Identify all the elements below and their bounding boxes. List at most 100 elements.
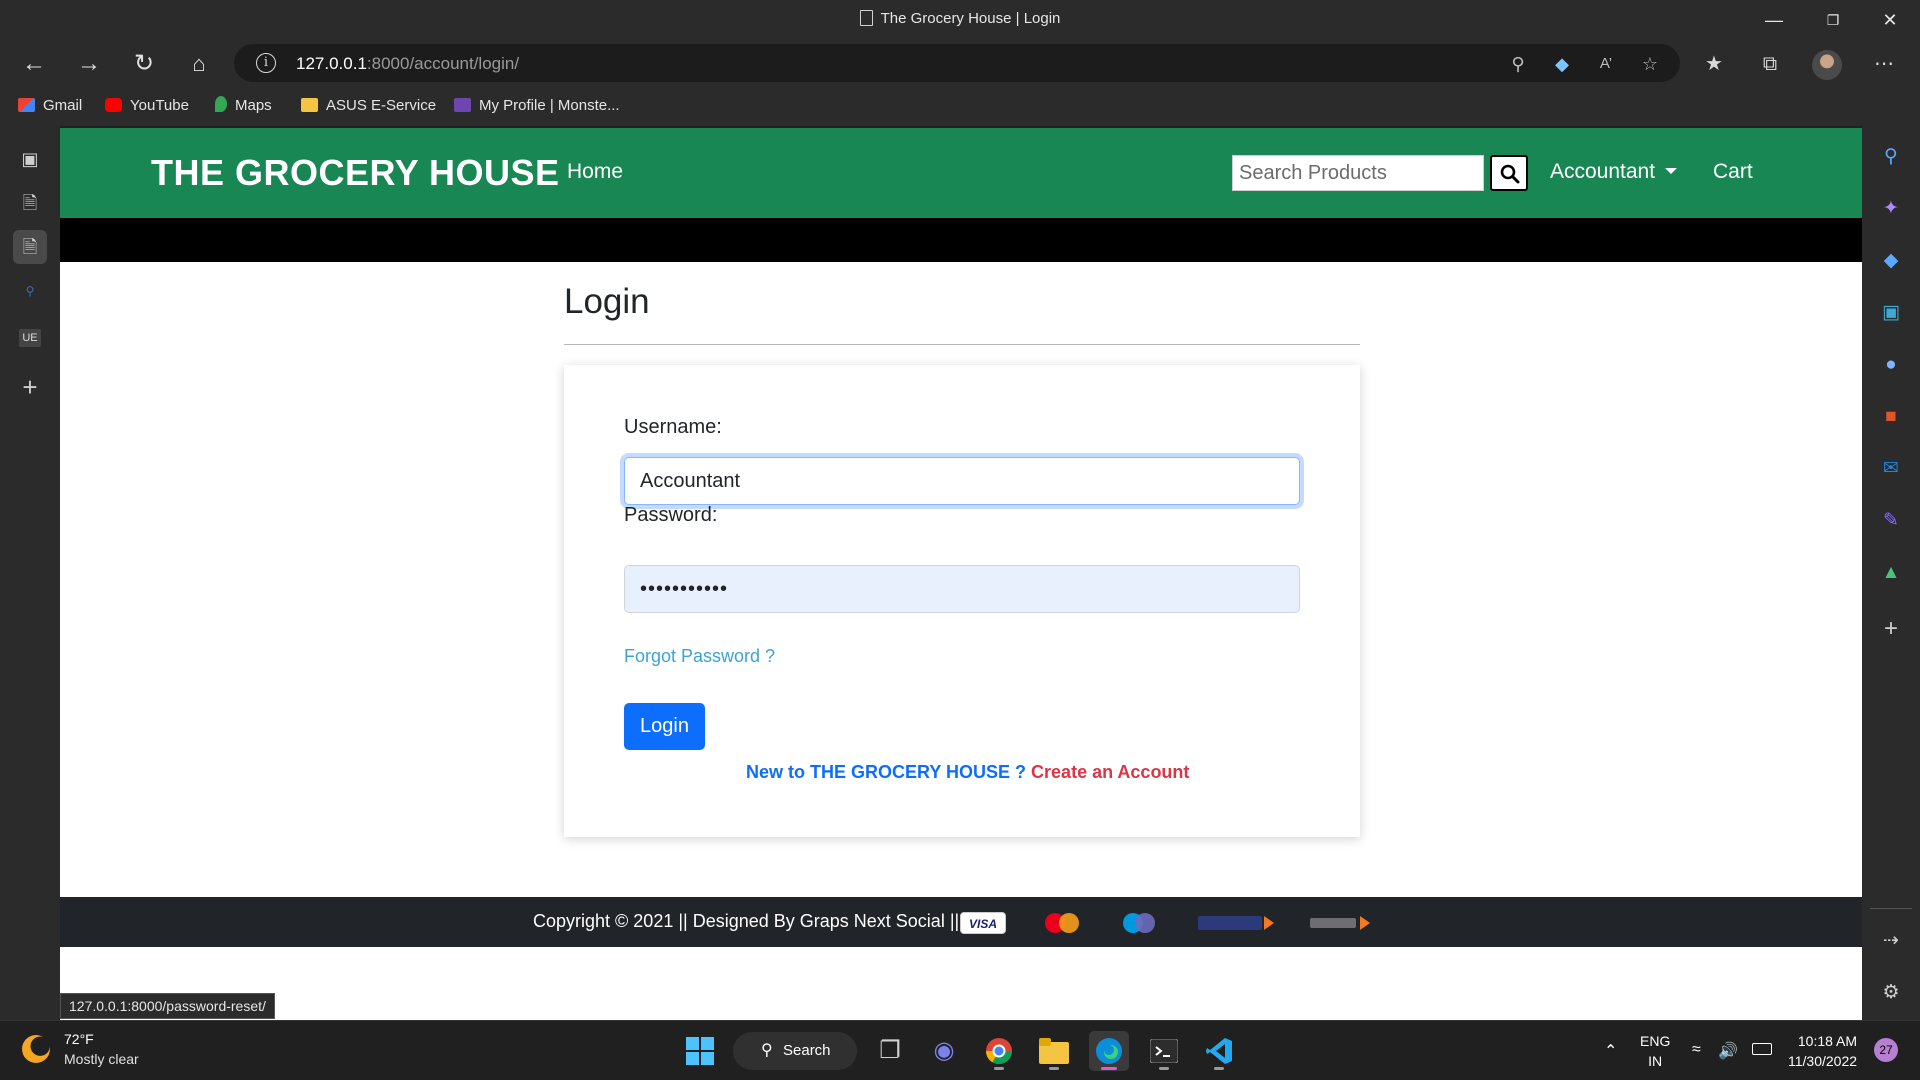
bookmark-label: YouTube (130, 97, 189, 114)
bookmarks-bar: Gmail YouTube Maps ASUS E-Service My Pro… (0, 86, 1920, 126)
tab-page-icon[interactable]: 🗎 (13, 186, 47, 220)
close-button[interactable]: ✕ (1862, 0, 1918, 40)
outlook-icon[interactable]: ✉ (1876, 454, 1906, 484)
bookmark-label: My Profile | Monste... (479, 97, 620, 114)
office-icon[interactable]: ■ (1876, 402, 1906, 432)
lang-code: ENG (1640, 1033, 1671, 1049)
teams-chat-icon[interactable]: ◉ (924, 1031, 964, 1071)
profile-avatar[interactable] (1812, 50, 1842, 80)
add-sidebar-icon[interactable]: + (1876, 614, 1906, 644)
volume-icon[interactable]: 🔊 (1718, 1041, 1738, 1061)
collections-icon[interactable]: ⧉ (1754, 48, 1786, 80)
minimize-button[interactable]: — (1746, 0, 1802, 40)
browser-toolbar: ← → ↻ ⌂ i 127.0.0.1:8000/account/login/ … (0, 40, 1920, 86)
site-info-icon[interactable]: i (256, 53, 276, 73)
site-brand[interactable]: THE GROCERY HOUSE (151, 152, 560, 194)
page-icon (859, 10, 873, 26)
bookmark-gmail[interactable]: Gmail (18, 96, 82, 116)
weather-condition[interactable]: Mostly clear (64, 1051, 139, 1067)
gmail-icon (18, 98, 35, 112)
running-indicator (1101, 1067, 1117, 1070)
terminal-icon[interactable] (1144, 1031, 1184, 1071)
file-explorer-icon[interactable] (1034, 1031, 1074, 1071)
maestro-logo (1116, 912, 1162, 934)
site-footer: Copyright © 2021 || Designed By Graps Ne… (60, 897, 1862, 947)
bookmark-monster-profile[interactable]: My Profile | Monste... (454, 96, 620, 116)
edge-icon[interactable] (1089, 1031, 1129, 1071)
login-card: Username: Password: Forgot Password ? Lo… (564, 365, 1360, 837)
key-icon[interactable]: ⚲ (1506, 52, 1530, 76)
refresh-icon[interactable]: ↻ (126, 46, 162, 82)
task-view-icon[interactable]: ❐ (870, 1031, 910, 1071)
restore-button[interactable]: ❐ (1805, 0, 1861, 40)
signup-prompt: New to THE GROCERY HOUSE ? Create an Acc… (746, 762, 1189, 783)
settings-gear-icon[interactable]: ⚙ (1876, 978, 1906, 1008)
discover-icon[interactable]: ✦ (1876, 194, 1906, 224)
title-divider (564, 344, 1360, 345)
notification-badge[interactable]: 27 (1874, 1038, 1898, 1062)
nav-home-link[interactable]: Home (567, 160, 623, 184)
wifi-icon[interactable]: ≈ (1692, 1041, 1701, 1059)
site-navbar: THE GROCERY HOUSE Home Accountant Cart (60, 128, 1862, 218)
back-icon[interactable]: ← (16, 46, 52, 82)
clock-time: 10:18 AM (1797, 1033, 1858, 1049)
designer-icon[interactable]: ✎ (1876, 506, 1906, 536)
page-title: Login (564, 282, 650, 321)
search-button[interactable] (1490, 155, 1528, 191)
nav-cart-link[interactable]: Cart (1713, 160, 1753, 184)
new-tab-icon[interactable]: + (13, 370, 47, 404)
url-host: 127.0.0.1 (296, 54, 367, 73)
taskbar-search-label: Search (783, 1042, 831, 1059)
sidebar-rail: ⚲ ✦ ◆ ▣ ● ■ ✉ ✎ ▲ + ⇢ ⚙ (1862, 126, 1920, 1020)
bookmark-maps[interactable]: Maps (215, 96, 272, 116)
url-text[interactable]: 127.0.0.1:8000/account/login/ (296, 54, 519, 74)
start-windows-icon[interactable] (680, 1031, 720, 1071)
visa-logo: VISA (960, 912, 1006, 934)
tab-active-page-icon[interactable]: 🗎 (13, 230, 47, 264)
bookmark-asus-eservice[interactable]: ASUS E-Service (301, 96, 436, 116)
system-clock[interactable]: 10:18 AM 11/30/2022 (1788, 1031, 1857, 1071)
more-options-icon[interactable]: ⋯ (1868, 48, 1900, 80)
ue-label: UE (19, 329, 41, 347)
youtube-icon (105, 98, 122, 112)
create-account-link[interactable]: Create an Account (1031, 762, 1189, 782)
tab-actions-icon[interactable]: ▣ (13, 142, 47, 176)
tools-icon[interactable]: ▣ (1876, 298, 1906, 328)
address-bar[interactable]: i 127.0.0.1:8000/account/login/ ⚲ ◆ A’ ☆ (234, 44, 1680, 82)
upi-logo (1306, 912, 1376, 934)
caret-down-icon (1665, 168, 1678, 174)
shopping-tag-icon[interactable]: ◆ (1876, 246, 1906, 276)
lang-region: IN (1648, 1053, 1663, 1069)
username-input[interactable] (624, 457, 1300, 505)
input-language[interactable]: ENG IN (1640, 1031, 1670, 1071)
vscode-icon[interactable] (1199, 1031, 1239, 1071)
login-button[interactable]: Login (624, 703, 705, 750)
tree-icon[interactable]: ▲ (1876, 558, 1906, 588)
games-icon[interactable]: ● (1876, 350, 1906, 380)
chrome-icon[interactable] (979, 1031, 1019, 1071)
password-input[interactable] (624, 565, 1300, 613)
read-aloud-icon[interactable]: A’ (1594, 52, 1618, 76)
monster-icon (454, 98, 471, 112)
tab-search-icon[interactable]: ⚲ (13, 274, 47, 308)
bookmark-youtube[interactable]: YouTube (105, 96, 189, 116)
running-indicator (1159, 1067, 1169, 1070)
weather-temperature[interactable]: 72°F (64, 1031, 94, 1047)
add-favorite-icon[interactable]: ☆ (1638, 52, 1662, 76)
forgot-password-link[interactable]: Forgot Password ? (624, 646, 775, 667)
running-indicator (1049, 1067, 1059, 1070)
search-products-input[interactable] (1232, 155, 1484, 191)
user-menu-dropdown[interactable]: Accountant (1550, 160, 1678, 184)
hide-sidebar-icon[interactable]: ⇢ (1876, 926, 1906, 956)
favorites-icon[interactable]: ★ (1698, 48, 1730, 80)
forward-icon[interactable]: → (71, 46, 107, 82)
tab-ue[interactable]: UE (13, 318, 47, 352)
weather-moon-icon[interactable] (22, 1035, 50, 1063)
taskbar-search[interactable]: ⚲ Search (733, 1032, 857, 1070)
coupon-tag-icon[interactable]: ◆ (1550, 52, 1574, 76)
battery-icon[interactable] (1752, 1043, 1772, 1055)
search-sidebar-icon[interactable]: ⚲ (1876, 142, 1906, 172)
show-hidden-icons-chevron[interactable]: ⌃ (1604, 1041, 1617, 1061)
rail-divider (1870, 908, 1912, 909)
home-icon[interactable]: ⌂ (181, 46, 217, 82)
